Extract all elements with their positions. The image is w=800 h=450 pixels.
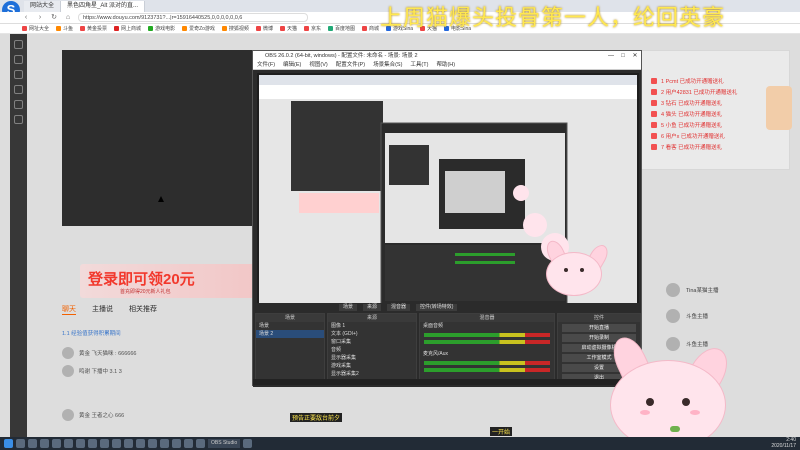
bookmark-item[interactable]: 百度地图 <box>327 25 355 32</box>
bookmark-item[interactable]: 网址大全 <box>22 25 49 32</box>
obs-preview[interactable] <box>257 73 639 335</box>
volume-meter <box>424 333 550 337</box>
window-controls: — □ ✕ <box>605 51 641 61</box>
obs-window: OBS 26.0.2 (64-bit, windows) - 配置文件: 未命名… <box>252 50 642 387</box>
back-icon[interactable]: ‹ <box>22 14 30 22</box>
source-item[interactable]: 音频 <box>328 346 416 354</box>
source-item[interactable]: 图像 1 <box>328 322 416 330</box>
source-item[interactable]: 游戏采集 <box>328 362 416 370</box>
app-taskbar-icon[interactable] <box>136 439 145 448</box>
menu-help[interactable]: 帮助(H) <box>436 61 455 69</box>
close-icon[interactable]: ✕ <box>629 51 641 61</box>
mixer-track-label: 麦克风/Aux <box>423 351 449 357</box>
source-item[interactable]: 显示器采集 <box>328 354 416 362</box>
bookmark-item[interactable]: 爱奇Zo游戏 <box>182 25 215 32</box>
windows-start-icon[interactable] <box>4 439 13 448</box>
obs-status-bar <box>253 379 641 385</box>
menu-file[interactable]: 文件(F) <box>257 61 275 69</box>
menu-view[interactable]: 视图(V) <box>309 61 327 69</box>
mouse-cursor-icon <box>158 196 164 202</box>
explorer-taskbar-icon[interactable] <box>52 439 61 448</box>
tab-douyu[interactable]: 黑色四角星_Alt 派对的直... <box>61 1 146 12</box>
url-input[interactable]: https://www.douyu.com/9123731?...|r=1591… <box>78 13 308 22</box>
app-taskbar-icon[interactable] <box>184 439 193 448</box>
app-taskbar-icon[interactable] <box>100 439 109 448</box>
source-item[interactable]: 显示器采集2 <box>328 370 416 378</box>
app-taskbar-icon[interactable] <box>112 439 121 448</box>
bookmark-item[interactable]: 天猫 <box>279 25 297 32</box>
bookmark-item[interactable]: 网上商城 <box>114 25 141 32</box>
stream-subtitle: 一开始 <box>490 427 513 436</box>
volume-meter <box>424 340 550 344</box>
bookmark-item[interactable]: 黄金投票 <box>80 25 107 32</box>
app-taskbar-icon[interactable] <box>243 439 253 448</box>
obs-taskbar-button[interactable]: OBS Studio <box>208 439 241 448</box>
sources-header: 来源 <box>328 314 416 322</box>
menu-scene-collection[interactable]: 场景集合(S) <box>373 61 402 69</box>
mixer-dock: 混音器 桌面音频 麦克风/Aux <box>419 313 555 385</box>
bookmark-item[interactable]: 搜狐视频 <box>221 25 249 32</box>
app-taskbar-icon[interactable] <box>160 439 169 448</box>
search-icon[interactable] <box>16 439 25 448</box>
volume-meter <box>424 368 550 372</box>
app-taskbar-icon[interactable] <box>64 439 73 448</box>
app-taskbar-icon[interactable] <box>196 439 205 448</box>
source-item[interactable]: 窗口采集 <box>328 338 416 346</box>
forward-icon[interactable]: › <box>36 14 44 22</box>
dock-tab-controls[interactable]: 控件(转场特效) <box>416 304 458 311</box>
mixer-track-label: 桌面音频 <box>423 323 444 329</box>
bookmark-item[interactable]: 京东 <box>303 25 321 32</box>
scenes-dock: 场景 场景 场景 2 <box>255 313 325 385</box>
obs-menu-bar: 文件(F) 编辑(E) 视图(V) 配置文件(P) 场景集合(S) 工具(T) … <box>253 61 641 70</box>
browser-taskbar-icon[interactable] <box>40 439 49 448</box>
menu-tools[interactable]: 工具(T) <box>410 61 428 69</box>
maximize-icon[interactable]: □ <box>617 51 629 61</box>
taskview-icon[interactable] <box>28 439 37 448</box>
stream-overlay-title: 上周猫爆头投骨第一人，纶回英豪 <box>380 6 726 31</box>
sources-dock: 来源 图像 1 文本 (GDI+) 窗口采集 音频 显示器采集 游戏采集 显示器… <box>327 313 417 385</box>
obs-title: OBS 26.0.2 (64-bit, windows) - 配置文件: 未命名… <box>253 51 641 61</box>
dock-tab-scenes[interactable]: 场景 <box>339 304 358 311</box>
scene-item[interactable]: 场景 2 <box>256 330 324 338</box>
dock-tabs: 场景 来源 混音器 控件(转场特效) <box>339 304 458 311</box>
system-clock[interactable]: 2:40 2020/11/17 <box>771 437 796 449</box>
app-taskbar-icon[interactable] <box>124 439 133 448</box>
mixer-header: 混音器 <box>420 314 554 322</box>
minimize-icon[interactable]: — <box>605 51 617 61</box>
dock-tab-mixer[interactable]: 混音器 <box>387 304 411 311</box>
app-taskbar-icon[interactable] <box>148 439 157 448</box>
menu-edit[interactable]: 编辑(E) <box>283 61 301 69</box>
scenes-header: 场景 <box>256 314 324 322</box>
clock-date: 2020/11/17 <box>771 442 796 449</box>
controls-header: 控件 <box>558 314 640 322</box>
home-icon[interactable]: ⌂ <box>64 14 72 22</box>
bookmark-item[interactable]: 微博 <box>255 25 273 32</box>
volume-meter <box>424 361 550 365</box>
app-taskbar-icon[interactable] <box>172 439 181 448</box>
bookmark-item[interactable]: 商城 <box>362 25 379 32</box>
source-item[interactable]: 文本 (GDI+) <box>328 330 416 338</box>
bookmark-item[interactable]: 斗鱼 <box>56 25 73 32</box>
refresh-icon[interactable]: ↻ <box>50 14 58 22</box>
windows-taskbar: OBS Studio <box>0 437 800 450</box>
bookmark-item[interactable]: 游戏电影 <box>148 25 175 32</box>
menu-profile[interactable]: 配置文件(P) <box>336 61 365 69</box>
dock-tab-sources[interactable]: 来源 <box>363 304 382 311</box>
stream-subtitle: 预告正要敌台前夕 <box>290 413 343 422</box>
app-taskbar-icon[interactable] <box>76 439 85 448</box>
start-streaming-button[interactable]: 开始直播 <box>562 324 636 332</box>
app-taskbar-icon[interactable] <box>88 439 97 448</box>
scene-item[interactable]: 场景 <box>256 322 324 330</box>
tab-home[interactable]: 网站大全 <box>24 1 62 12</box>
